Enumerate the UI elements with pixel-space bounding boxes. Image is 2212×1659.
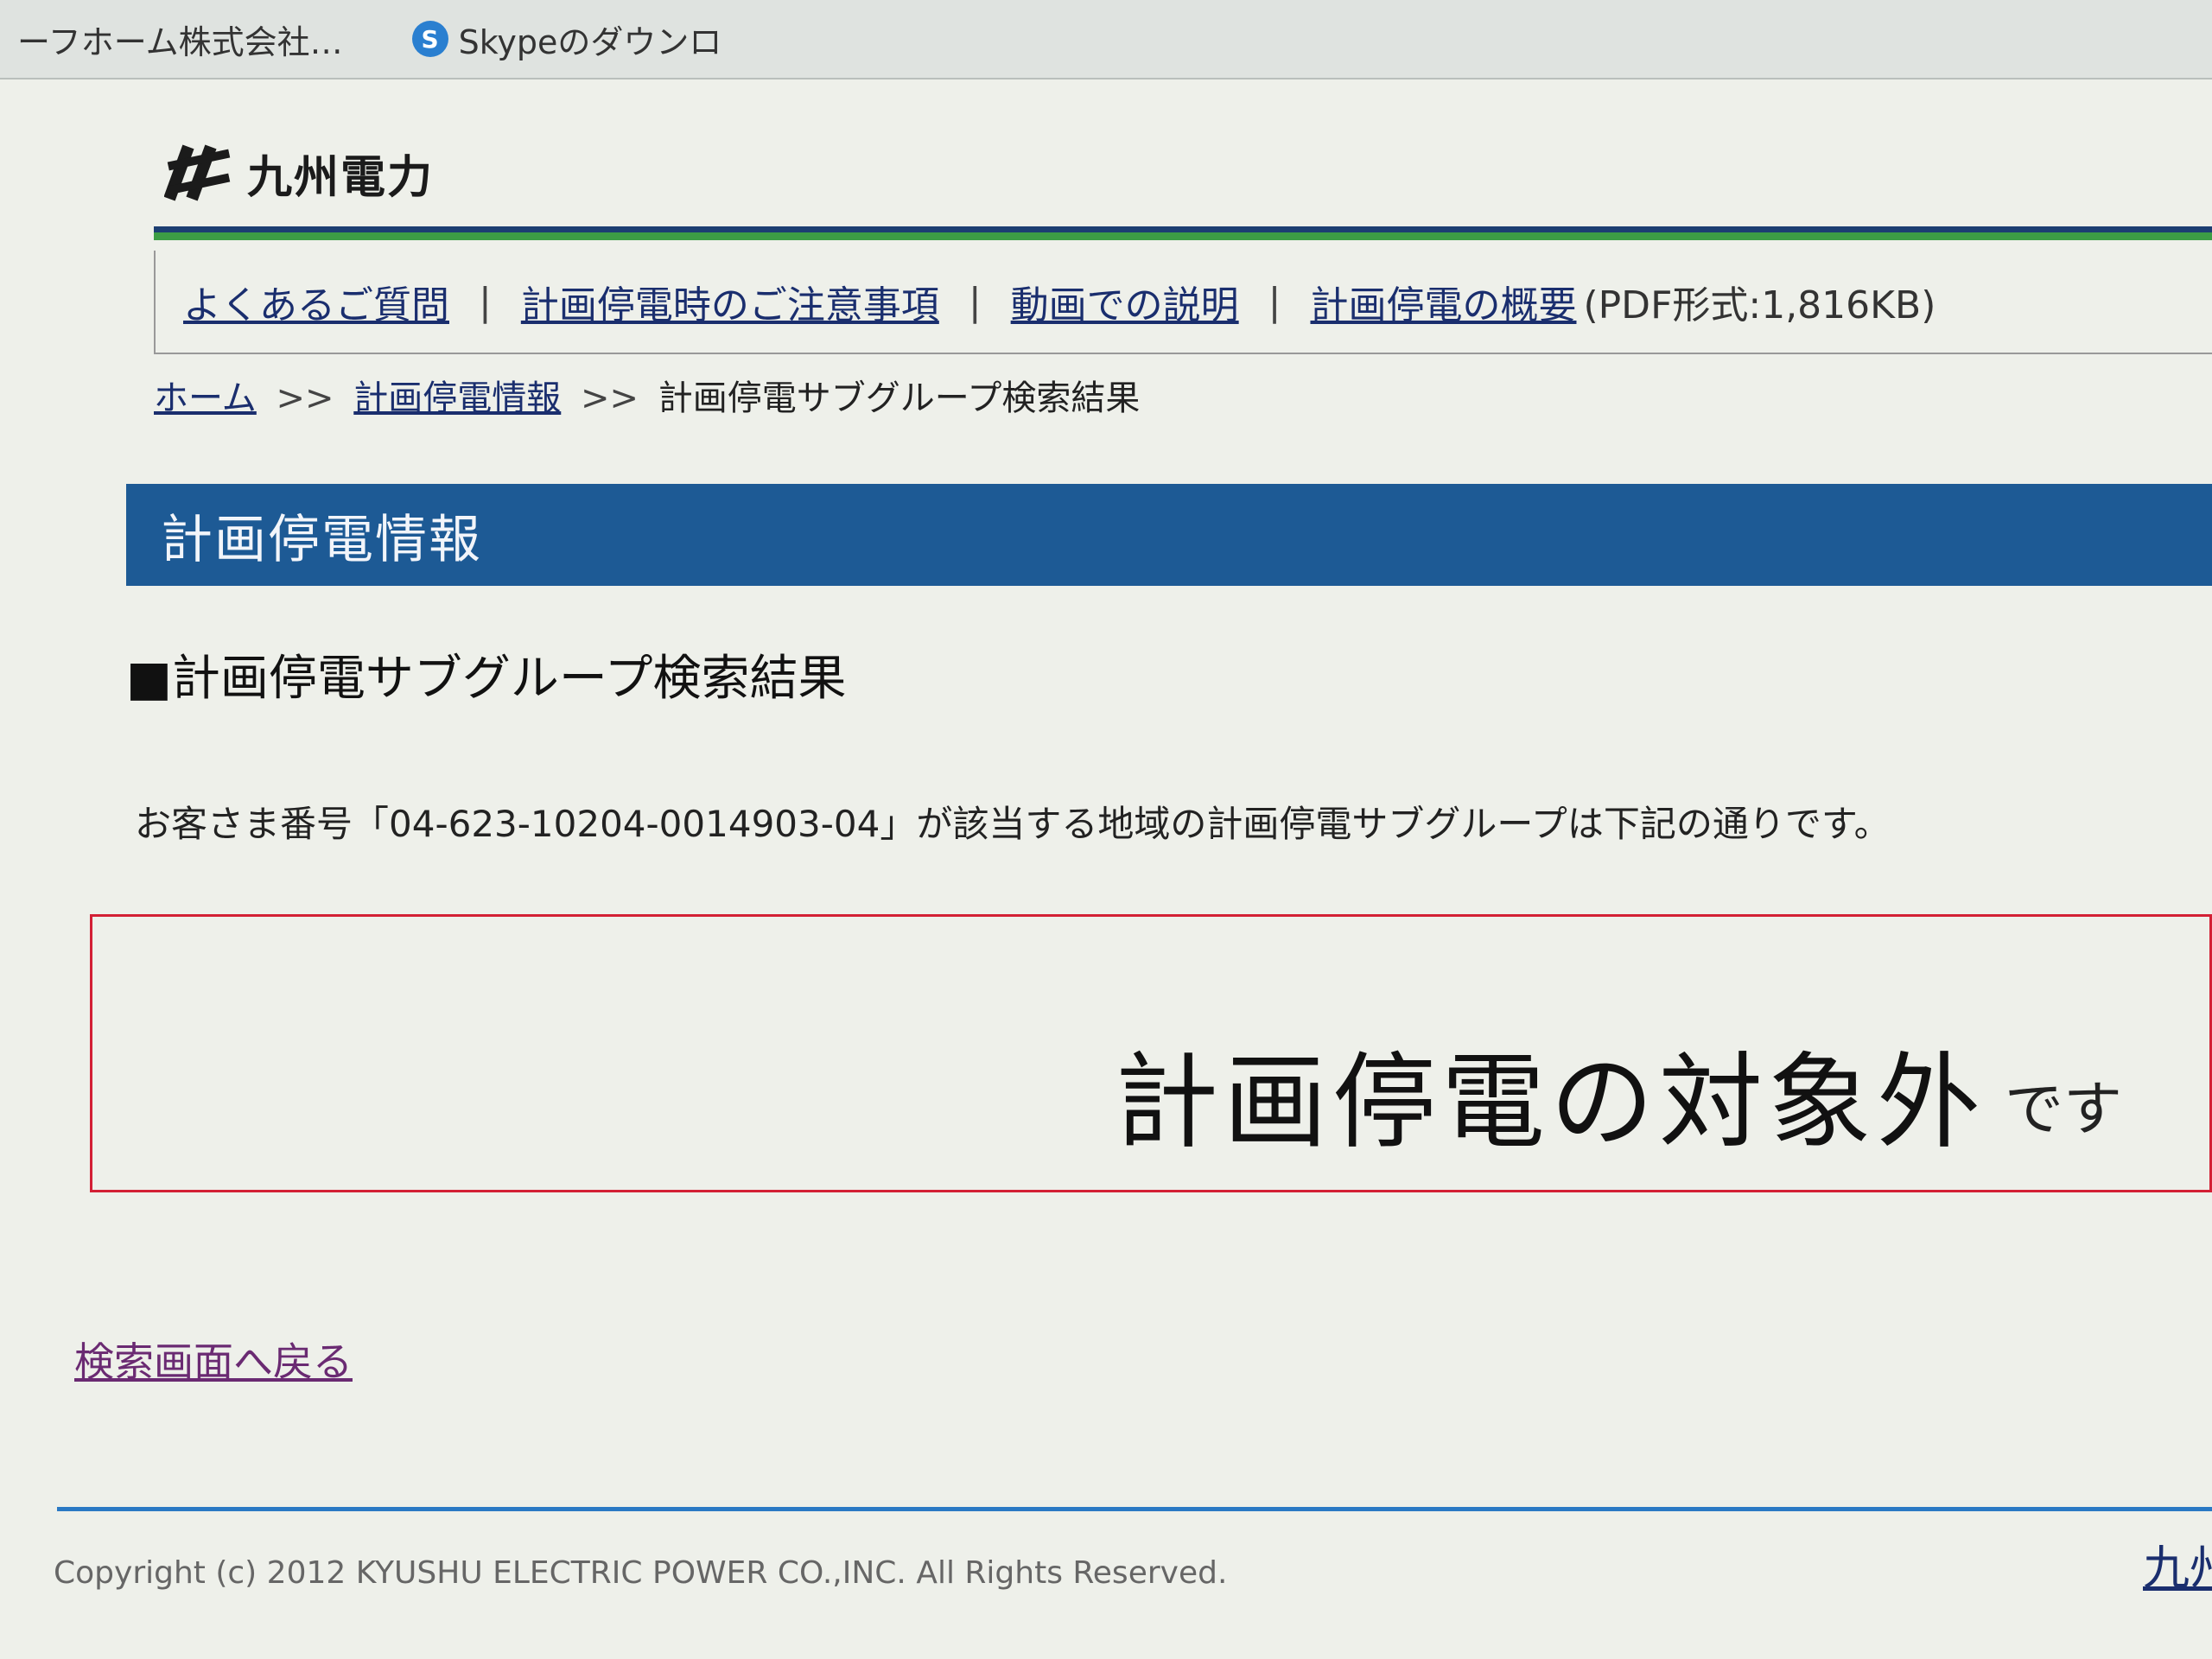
section-heading: ■計画停電サブグループ検索結果 bbox=[126, 651, 847, 707]
page-title-bar: 計画停電情報 bbox=[126, 484, 2212, 586]
footer-divider bbox=[57, 1507, 2212, 1511]
result-status: 計画停電の対象外 bbox=[1115, 1043, 1986, 1163]
breadcrumb-separator: >> bbox=[276, 378, 334, 418]
logo-text: 九州電力 bbox=[247, 151, 435, 204]
footer-link[interactable]: 九州 bbox=[2143, 1529, 2212, 1598]
company-logo[interactable]: 九州電力 bbox=[164, 138, 434, 207]
browser-tab-bar: ーフホーム株式会社… S Skypeのダウンロ bbox=[0, 0, 2212, 79]
tab-label: ーフホーム株式会社… bbox=[17, 22, 343, 61]
pdf-size-note: (PDF形式:1,816KB) bbox=[1583, 283, 1936, 327]
page-title: 計画停電情報 bbox=[161, 509, 482, 570]
skype-icon: S bbox=[411, 21, 448, 57]
breadcrumb-separator: >> bbox=[581, 378, 639, 418]
tab-label: Skypeのダウンロ bbox=[458, 22, 722, 61]
header-band bbox=[154, 226, 2212, 240]
breadcrumb-current: 計画停電サブグループ検索結果 bbox=[658, 378, 1141, 418]
breadcrumb-home-link[interactable]: ホーム bbox=[154, 378, 257, 418]
browser-tab[interactable]: ーフホーム株式会社… bbox=[0, 9, 360, 69]
nav-separator: | bbox=[1268, 279, 1281, 324]
copyright-text: Copyright (c) 2012 KYUSHU ELECTRIC POWER… bbox=[54, 1555, 1228, 1591]
nav-separator: | bbox=[968, 279, 982, 324]
breadcrumb-info-link[interactable]: 計画停電情報 bbox=[353, 378, 561, 418]
nav-video-link[interactable]: 動画での説明 bbox=[1011, 274, 1239, 329]
sub-navigation: よくあるご質問 | 計画停電時のご注意事項 | 動画での説明 | 計画停電の概要… bbox=[154, 251, 2212, 354]
result-status-suffix: です bbox=[2005, 1076, 2123, 1144]
result-description: お客さま番号「04-623-10204-0014903-04」が該当する地域の計… bbox=[135, 803, 1891, 845]
breadcrumb: ホーム >> 計画停電情報 >> 計画停電サブグループ検索結果 bbox=[154, 370, 1140, 420]
kyushu-electric-logo-icon bbox=[164, 144, 231, 201]
nav-overview-pdf-link[interactable]: 計画停電の概要 bbox=[1310, 274, 1576, 329]
back-to-search-link[interactable]: 検索画面へ戻る bbox=[74, 1331, 353, 1388]
browser-tab-skype[interactable]: S Skypeのダウンロ bbox=[395, 9, 740, 69]
nav-faq-link[interactable]: よくあるご質問 bbox=[183, 274, 449, 329]
nav-separator: | bbox=[479, 279, 492, 324]
nav-notes-link[interactable]: 計画停電時のご注意事項 bbox=[521, 274, 939, 329]
